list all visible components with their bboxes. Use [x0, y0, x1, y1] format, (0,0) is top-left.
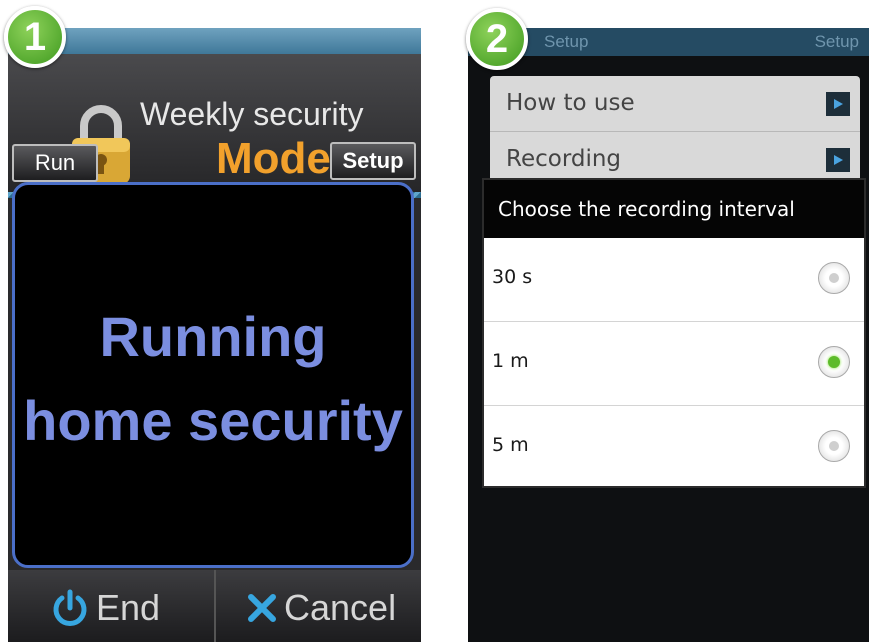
status-message: Running home security	[15, 295, 411, 463]
end-label: End	[96, 587, 161, 628]
recording-interval-dialog: Choose the recording interval 30 s 1 m 5…	[484, 180, 864, 486]
status-line-2: home security	[23, 389, 403, 452]
status-left-text: Setup	[544, 32, 589, 51]
end-button[interactable]: End	[50, 584, 160, 632]
status-panel: Running home security	[12, 182, 414, 568]
footer-divider	[214, 570, 216, 642]
menu-item-label: How to use	[506, 90, 635, 116]
status-bar	[8, 28, 421, 54]
title-line-2: Mode	[216, 134, 331, 183]
option-label: 30 s	[492, 266, 533, 288]
status-line-1: Running	[99, 305, 327, 368]
step-badge-1: 1	[4, 6, 66, 68]
security-mode-screen: Weekly security Mode Run Setup Running h…	[8, 28, 421, 642]
dialog-title: Choose the recording interval	[484, 180, 864, 238]
option-label: 5 m	[492, 434, 529, 456]
radio-button[interactable]	[818, 262, 850, 294]
cancel-label: Cancel	[284, 587, 397, 628]
status-right-text: Setup	[814, 32, 859, 51]
option-30s[interactable]: 30 s	[484, 238, 864, 322]
option-5m[interactable]: 5 m	[484, 406, 864, 490]
run-button[interactable]: Run	[12, 144, 98, 182]
close-icon	[246, 592, 278, 624]
recording-interval-screen: Setup Setup How to use Recording Choose …	[468, 28, 869, 642]
power-icon	[50, 588, 90, 628]
menu-item-how-to-use[interactable]: How to use	[490, 76, 860, 132]
footer-bar: End Cancel	[8, 570, 421, 642]
step-badge-2: 2	[466, 8, 528, 70]
radio-button-selected[interactable]	[818, 346, 850, 378]
option-1m[interactable]: 1 m	[484, 322, 864, 406]
status-bar: Setup Setup	[468, 28, 869, 56]
radio-button[interactable]	[818, 430, 850, 462]
cancel-button[interactable]: Cancel	[246, 584, 396, 632]
app-header: Weekly security Mode Run Setup	[8, 54, 421, 198]
setup-button[interactable]: Setup	[330, 142, 416, 180]
option-label: 1 m	[492, 350, 529, 372]
menu-item-label: Recording	[506, 146, 622, 172]
title-line-1: Weekly security	[140, 96, 364, 132]
play-arrow-icon	[826, 92, 850, 116]
setup-menu: How to use Recording	[490, 76, 860, 188]
play-arrow-icon	[826, 148, 850, 172]
